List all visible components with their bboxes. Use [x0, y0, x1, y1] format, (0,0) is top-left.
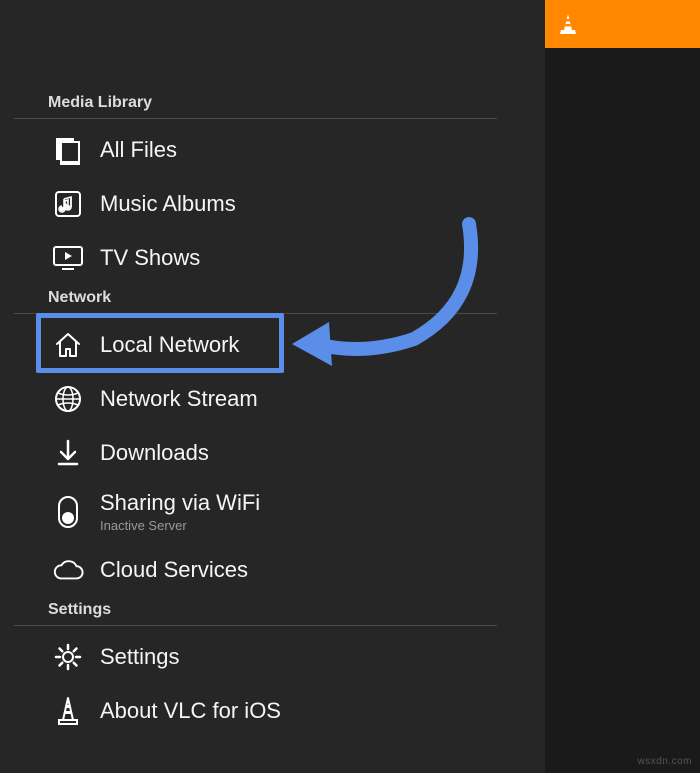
home-icon	[52, 329, 84, 361]
all-files-icon	[52, 134, 84, 166]
vlc-logo-icon	[559, 13, 577, 35]
watermark: wsxdn.com	[637, 756, 692, 767]
header-bar	[545, 0, 700, 48]
vlc-cone-icon	[52, 695, 84, 727]
toggle-off-icon	[52, 496, 84, 528]
content-area	[545, 0, 700, 773]
sidebar-item-all-files[interactable]: All Files	[0, 123, 545, 177]
tv-shows-icon	[52, 242, 84, 274]
download-icon	[52, 437, 84, 469]
globe-icon	[52, 383, 84, 415]
sidebar-item-label: Network Stream	[100, 386, 258, 412]
section-header-network: Network	[0, 289, 545, 313]
sidebar-item-label: Cloud Services	[100, 557, 248, 583]
section-header-settings: Settings	[0, 601, 545, 625]
sidebar-item-label: About VLC for iOS	[100, 698, 281, 724]
music-albums-icon	[52, 188, 84, 220]
sidebar-item-label: Settings	[100, 644, 180, 670]
sidebar-item-network-stream[interactable]: Network Stream	[0, 372, 545, 426]
sidebar-item-local-network[interactable]: Local Network	[0, 318, 545, 372]
sidebar-item-tv-shows[interactable]: TV Shows	[0, 231, 545, 285]
sidebar-item-label: TV Shows	[100, 245, 200, 271]
divider	[14, 118, 497, 119]
divider	[14, 625, 497, 626]
sidebar-item-label: Sharing via WiFi	[100, 490, 260, 516]
cloud-icon	[52, 554, 84, 586]
sidebar-item-settings[interactable]: Settings	[0, 630, 545, 684]
sidebar-item-label: Local Network	[100, 332, 239, 358]
sidebar-item-cloud-services[interactable]: Cloud Services	[0, 543, 545, 597]
sidebar-item-sharing-wifi[interactable]: Sharing via WiFi Inactive Server	[0, 480, 545, 543]
divider	[14, 313, 497, 314]
section-header-media-library: Media Library	[0, 94, 545, 118]
sidebar-item-label: Downloads	[100, 440, 209, 466]
sidebar-item-sublabel: Inactive Server	[100, 518, 260, 533]
gear-icon	[52, 641, 84, 673]
sidebar-item-downloads[interactable]: Downloads	[0, 426, 545, 480]
sidebar-item-music-albums[interactable]: Music Albums	[0, 177, 545, 231]
sidebar-item-label: Music Albums	[100, 191, 236, 217]
sidebar-item-about[interactable]: About VLC for iOS	[0, 684, 545, 738]
sidebar: Media Library All Files Music Albums	[0, 0, 545, 773]
sidebar-item-label: All Files	[100, 137, 177, 163]
